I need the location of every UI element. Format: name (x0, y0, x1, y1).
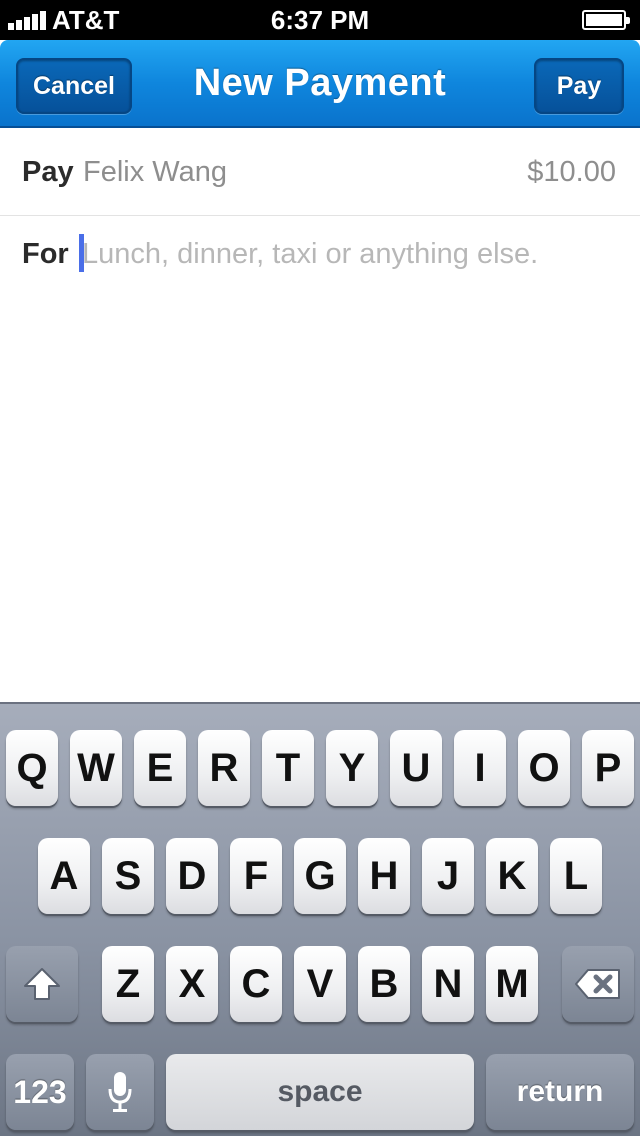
key-i[interactable]: I (454, 730, 506, 806)
memo-row: For Lunch, dinner, taxi or anything else… (0, 216, 640, 296)
delete-icon (575, 969, 620, 999)
key-w[interactable]: W (70, 730, 122, 806)
key-z[interactable]: Z (102, 946, 154, 1022)
shift-icon (24, 968, 60, 1000)
key-n[interactable]: N (422, 946, 474, 1022)
navigation-bar: Cancel New Payment Pay (0, 40, 640, 128)
numbers-key[interactable]: 123 (6, 1054, 74, 1130)
key-g[interactable]: G (294, 838, 346, 914)
battery-icon (582, 10, 630, 30)
delete-key[interactable] (562, 946, 634, 1022)
key-b[interactable]: B (358, 946, 410, 1022)
payment-amount: $10.00 (527, 156, 616, 188)
pay-button[interactable]: Pay (534, 58, 624, 114)
key-v[interactable]: V (294, 946, 346, 1022)
microphone-icon (108, 1072, 132, 1112)
return-key[interactable]: return (486, 1054, 634, 1130)
key-o[interactable]: O (518, 730, 570, 806)
key-r[interactable]: R (198, 730, 250, 806)
key-s[interactable]: S (102, 838, 154, 914)
pay-label: Pay (22, 156, 74, 188)
text-cursor (79, 234, 84, 272)
key-d[interactable]: D (166, 838, 218, 914)
key-l[interactable]: L (550, 838, 602, 914)
payee-row[interactable]: Pay Felix Wang $10.00 (0, 130, 640, 216)
key-t[interactable]: T (262, 730, 314, 806)
key-f[interactable]: F (230, 838, 282, 914)
key-c[interactable]: C (230, 946, 282, 1022)
shift-key[interactable] (6, 946, 78, 1022)
dictation-key[interactable] (86, 1054, 154, 1130)
key-e[interactable]: E (134, 730, 186, 806)
key-x[interactable]: X (166, 946, 218, 1022)
key-p[interactable]: P (582, 730, 634, 806)
key-y[interactable]: Y (326, 730, 378, 806)
space-key[interactable]: space (166, 1054, 474, 1130)
memo-placeholder: Lunch, dinner, taxi or anything else. (82, 238, 539, 270)
key-k[interactable]: K (486, 838, 538, 914)
key-u[interactable]: U (390, 730, 442, 806)
for-label: For (22, 238, 69, 270)
status-time: 6:37 PM (270, 5, 370, 35)
key-a[interactable]: A (38, 838, 90, 914)
key-j[interactable]: J (422, 838, 474, 914)
key-h[interactable]: H (358, 838, 410, 914)
keyboard: Q W E R T Y U I O P A S D F G H J K L Z … (0, 702, 640, 1136)
key-q[interactable]: Q (6, 730, 58, 806)
payee-name: Felix Wang (83, 156, 227, 188)
key-m[interactable]: M (486, 946, 538, 1022)
status-bar: AT&T 6:37 PM (0, 0, 640, 40)
